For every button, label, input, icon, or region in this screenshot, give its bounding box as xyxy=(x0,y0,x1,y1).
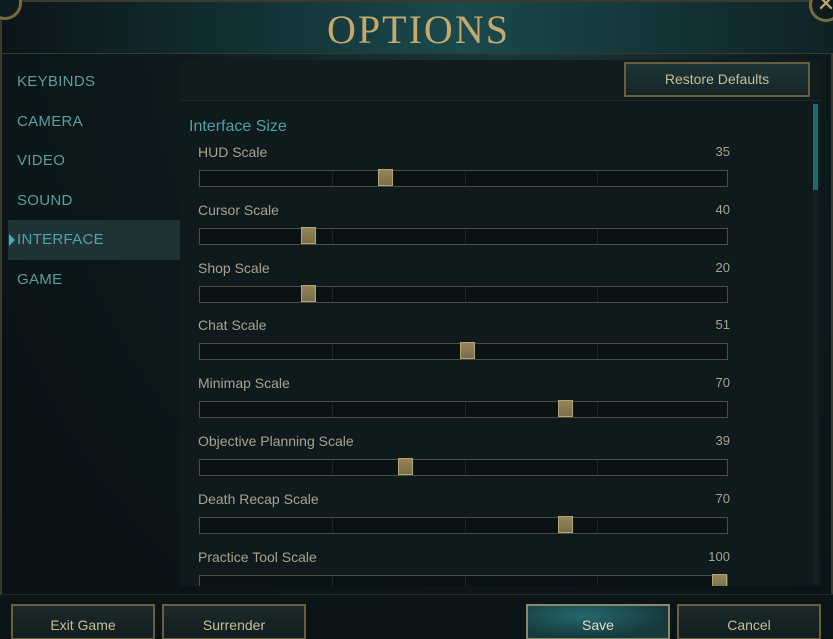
setting-value: 35 xyxy=(715,144,730,159)
sidebar-item-sound[interactable]: SOUND xyxy=(8,181,180,221)
setting-value: 51 xyxy=(715,317,730,333)
slider-tick xyxy=(332,286,333,302)
slider-thumb[interactable] xyxy=(378,169,393,186)
slider-tick xyxy=(597,228,598,244)
slider-tick xyxy=(597,286,598,302)
slider-tick xyxy=(332,575,333,586)
restore-defaults-button[interactable]: Restore Defaults xyxy=(624,62,810,97)
setting-value: 100 xyxy=(708,548,730,564)
setting-label: Minimap Scale xyxy=(198,375,290,392)
setting-value: 39 xyxy=(715,433,730,448)
slider-tick xyxy=(332,460,333,475)
sidebar-item-keybinds[interactable]: KEYBINDS xyxy=(8,62,180,102)
slider-tick xyxy=(597,402,598,418)
setting-value: 70 xyxy=(715,375,730,391)
surrender-button[interactable]: Surrender xyxy=(162,604,306,639)
slider-thumb[interactable] xyxy=(301,284,316,302)
slider-thumb[interactable] xyxy=(398,458,413,475)
section-title: Interface Size xyxy=(189,118,287,135)
setting-row: HUD Scale 35 xyxy=(198,144,730,202)
setting-label: Chat Scale xyxy=(198,317,267,334)
slider-thumb[interactable] xyxy=(558,515,573,533)
setting-label: Cursor Scale xyxy=(198,201,279,218)
slider-tick xyxy=(465,228,466,244)
slider-tick xyxy=(597,575,598,586)
slider-tick xyxy=(332,402,333,418)
setting-label: Objective Planning Scale xyxy=(198,433,354,449)
slider-thumb[interactable] xyxy=(460,342,475,360)
slider-track[interactable] xyxy=(199,170,728,187)
setting-row: Death Recap Scale 70 xyxy=(198,490,730,549)
panel-header: Restore Defaults xyxy=(180,60,821,101)
window-title: OPTIONS xyxy=(327,7,510,52)
options-window: OPTIONS ✕ KEYBINDS CAMERA VIDEO SOUND IN… xyxy=(0,0,833,639)
slider-thumb[interactable] xyxy=(558,400,573,418)
save-button[interactable]: Save xyxy=(526,604,670,639)
setting-label: HUD Scale xyxy=(198,144,268,160)
slider-track[interactable] xyxy=(199,459,728,476)
setting-label: Shop Scale xyxy=(198,259,270,276)
setting-row: Objective Planning Scale 39 xyxy=(198,433,730,491)
slider-tick xyxy=(465,517,466,533)
slider-tick xyxy=(332,344,333,360)
scrollbar[interactable] xyxy=(813,104,818,584)
slider-thumb[interactable] xyxy=(301,226,316,244)
setting-row: Cursor Scale 40 xyxy=(198,201,730,260)
slider-tick xyxy=(465,460,466,475)
settings-panel: Restore Defaults Interface Size HUD Scal… xyxy=(180,60,821,586)
slider-tick xyxy=(332,171,333,186)
setting-value: 20 xyxy=(715,259,730,275)
slider-track[interactable] xyxy=(199,227,728,245)
slider-track[interactable] xyxy=(199,285,728,303)
slider-tick xyxy=(332,228,333,244)
exit-game-button[interactable]: Exit Game xyxy=(11,604,155,639)
setting-label: Death Recap Scale xyxy=(198,490,319,507)
sidebar-item-camera[interactable]: CAMERA xyxy=(8,102,180,142)
slider-thumb[interactable] xyxy=(712,573,727,586)
setting-row: Shop Scale 20 xyxy=(198,259,730,318)
cancel-button[interactable]: Cancel xyxy=(677,604,821,639)
slider-tick xyxy=(597,517,598,533)
slider-tick xyxy=(465,286,466,302)
slider-track[interactable] xyxy=(199,516,728,534)
scrollbar-thumb[interactable] xyxy=(813,104,818,190)
sidebar-item-interface[interactable]: INTERFACE xyxy=(8,220,180,260)
setting-row: Minimap Scale 70 xyxy=(198,375,730,433)
title-bar: OPTIONS xyxy=(2,2,833,54)
slider-track[interactable] xyxy=(199,401,728,419)
options-sidebar: KEYBINDS CAMERA VIDEO SOUND INTERFACE GA… xyxy=(8,62,180,299)
slider-tick xyxy=(597,171,598,186)
slider-track[interactable] xyxy=(199,574,728,586)
setting-value: 40 xyxy=(715,201,730,217)
slider-tick xyxy=(465,575,466,586)
sidebar-item-video[interactable]: VIDEO xyxy=(8,141,180,181)
setting-label: Practice Tool Scale xyxy=(198,548,317,565)
slider-tick xyxy=(597,344,598,360)
setting-row: Chat Scale 51 xyxy=(198,317,730,375)
setting-value: 70 xyxy=(715,490,730,506)
slider-tick xyxy=(465,402,466,418)
setting-row: Practice Tool Scale 100 xyxy=(198,548,730,586)
slider-tick xyxy=(597,460,598,475)
sidebar-item-game[interactable]: GAME xyxy=(8,260,180,300)
slider-tick xyxy=(465,171,466,186)
slider-tick xyxy=(332,517,333,533)
